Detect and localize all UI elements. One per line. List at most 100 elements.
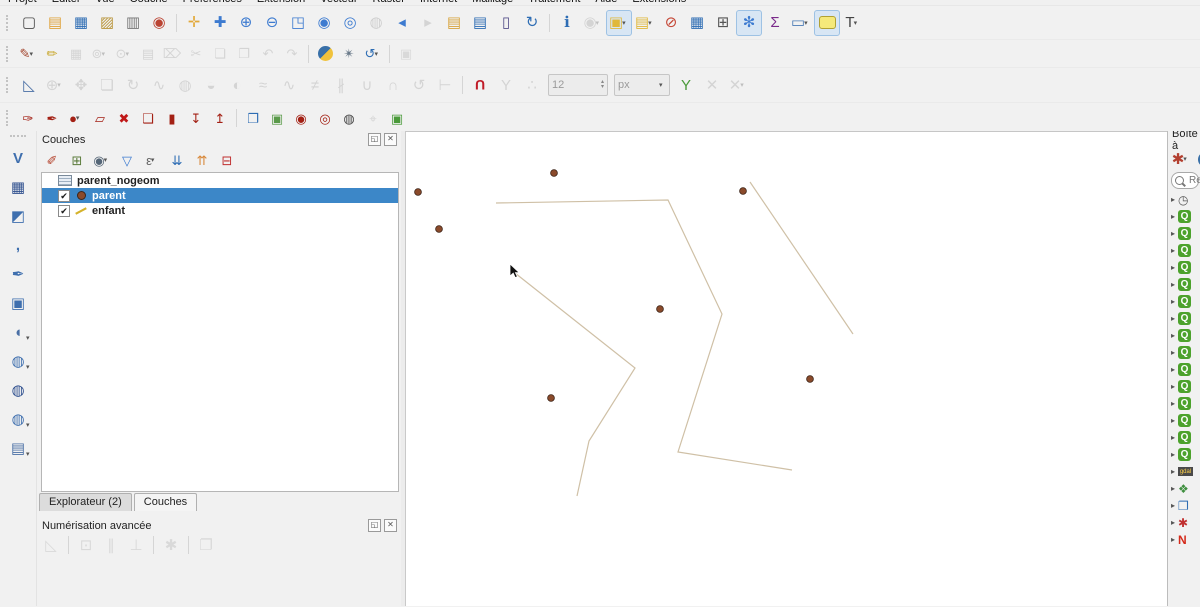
layout-manager-icon[interactable]: ▥ xyxy=(120,10,146,36)
expand-chevron-icon[interactable]: ▸ xyxy=(1171,518,1175,527)
menu-item-vue[interactable]: Vue xyxy=(96,0,115,5)
toolbox-provider-plugins[interactable]: ▸✱ xyxy=(1170,514,1200,531)
panel-close-button[interactable]: ✕ xyxy=(384,133,397,146)
python-console-icon[interactable] xyxy=(313,42,337,66)
ink-tool-icon[interactable]: ●▾ xyxy=(64,106,88,130)
expand-chevron-icon[interactable]: ▸ xyxy=(1171,280,1175,289)
expand-chevron-icon[interactable]: ▸ xyxy=(1171,450,1175,459)
annotation-pen2-icon[interactable]: ✒ xyxy=(40,106,64,130)
zoom-points-2-icon[interactable]: ◎ xyxy=(313,106,337,130)
new-project-icon[interactable]: ▢ xyxy=(16,10,42,36)
add-virtual-layer-icon[interactable]: ▤▾ xyxy=(4,435,32,461)
toolbox-provider-saga[interactable]: ▸N xyxy=(1170,531,1200,548)
dropdown-arrow-icon[interactable]: ▾ xyxy=(104,156,111,164)
map-tips-icon[interactable] xyxy=(814,10,840,36)
toolbox-group-qgis-6[interactable]: ▸Q xyxy=(1170,293,1200,310)
copy-map-icon[interactable]: ❐ xyxy=(241,106,265,130)
expand-chevron-icon[interactable]: ▸ xyxy=(1171,399,1175,408)
dropdown-arrow-icon[interactable]: ▾ xyxy=(101,50,108,58)
select-by-value-icon[interactable]: ▤▾ xyxy=(632,10,658,36)
dropdown-arrow-icon[interactable]: ▾ xyxy=(740,81,747,89)
toolbox-group-qgis-4[interactable]: ▸Q xyxy=(1170,259,1200,276)
menu-item-couche[interactable]: Couche xyxy=(130,0,168,5)
eraser-icon[interactable]: ▱ xyxy=(88,106,112,130)
plugin-tool-icon[interactable]: ✴ xyxy=(337,42,361,66)
expand-chevron-icon[interactable]: ▸ xyxy=(1171,382,1175,391)
bookmark-manager-icon[interactable]: ▯ xyxy=(493,10,519,36)
dropdown-arrow-icon[interactable]: ▾ xyxy=(26,363,33,371)
expand-chevron-icon[interactable]: ▸ xyxy=(1171,348,1175,357)
menu-item-prfrences[interactable]: Préférences xyxy=(183,0,242,5)
zoom-in-icon[interactable]: ⊕ xyxy=(233,10,259,36)
zoom-last-icon[interactable]: ◂ xyxy=(389,10,415,36)
toolbox-provider-grass[interactable]: ▸❖ xyxy=(1170,480,1200,497)
add-raster-layer-icon[interactable]: ▦ xyxy=(4,174,32,200)
dropdown-arrow-icon[interactable]: ▾ xyxy=(374,50,381,58)
dropdown-arrow-icon[interactable]: ▾ xyxy=(26,450,33,458)
tab-explorateur2[interactable]: Explorateur (2) xyxy=(39,493,132,511)
dropdown-arrow-icon[interactable]: ▾ xyxy=(29,50,36,58)
toolbox-group-qgis-1[interactable]: ▸Q xyxy=(1170,208,1200,225)
identify-features-icon[interactable]: ℹ xyxy=(554,10,580,36)
add-delimited-text-layer-icon[interactable]: , xyxy=(4,232,32,258)
zoom-out-icon[interactable]: ⊖ xyxy=(259,10,285,36)
comment-icon[interactable]: ❑ xyxy=(136,106,160,130)
expand-chevron-icon[interactable]: ▸ xyxy=(1171,212,1175,221)
menu-item-maillage[interactable]: Maillage xyxy=(472,0,513,5)
remove-layer-icon[interactable]: ⊟ xyxy=(215,148,239,172)
toolbox-provider-gdal[interactable]: ▸gdal xyxy=(1170,463,1200,480)
refresh-icon[interactable]: ↻ xyxy=(519,10,545,36)
annotation-pen-icon[interactable]: ✑ xyxy=(16,106,40,130)
snapping-magnet-icon[interactable]: U xyxy=(467,72,493,98)
menu-item-traitement[interactable]: Traitement xyxy=(528,0,580,5)
zoom-to-selection-icon[interactable]: ◉ xyxy=(311,10,337,36)
measure-icon[interactable]: ▭▾ xyxy=(788,10,814,36)
toolbar-handle[interactable] xyxy=(6,15,12,31)
dropdown-arrow-icon[interactable]: ▾ xyxy=(622,19,629,27)
map-locate-icon[interactable]: ▣ xyxy=(265,106,289,130)
panel-float-button[interactable]: ◱ xyxy=(368,519,381,532)
dropdown-arrow-icon[interactable]: ▾ xyxy=(26,334,33,342)
expand-chevron-icon[interactable]: ▸ xyxy=(1171,331,1175,340)
menu-item-diter[interactable]: Éditer xyxy=(52,0,81,5)
toolbox-group-qgis-8[interactable]: ▸Q xyxy=(1170,327,1200,344)
layer-checkbox[interactable]: ✔ xyxy=(58,190,70,202)
menu-item-raster[interactable]: Raster xyxy=(373,0,405,5)
dropdown-arrow-icon[interactable]: ▾ xyxy=(854,19,861,27)
collapse-all-icon[interactable]: ⇈ xyxy=(190,148,214,172)
dropdown-arrow-icon[interactable]: ▾ xyxy=(26,421,33,429)
menu-item-internet[interactable]: Internet xyxy=(420,0,457,5)
expand-chevron-icon[interactable]: ▸ xyxy=(1171,365,1175,374)
toolbox-group-qgis-14[interactable]: ▸Q xyxy=(1170,429,1200,446)
dropdown-arrow-icon[interactable]: ▾ xyxy=(804,19,811,27)
layers-tree[interactable]: parent_nogeom✔parent✔enfant xyxy=(41,172,399,492)
toggle-editing-icon[interactable]: ✏ xyxy=(40,42,64,66)
panel-float-button[interactable]: ◱ xyxy=(368,133,381,146)
save-project-icon[interactable]: ▦ xyxy=(68,10,94,36)
toolbox-python-icon[interactable] xyxy=(1194,148,1200,170)
expand-chevron-icon[interactable]: ▸ xyxy=(1171,484,1175,493)
import-icon[interactable]: ↧ xyxy=(184,106,208,130)
dropdown-arrow-icon[interactable]: ▾ xyxy=(125,50,132,58)
globe-icon[interactable]: ◍ xyxy=(337,106,361,130)
search-input[interactable] xyxy=(1187,174,1200,187)
expand-chevron-icon[interactable]: ▸ xyxy=(1171,314,1175,323)
layer-row-parent_nogeom[interactable]: parent_nogeom xyxy=(42,173,398,188)
tab-couches[interactable]: Couches xyxy=(134,493,197,511)
layer-checkbox[interactable]: ✔ xyxy=(58,205,70,217)
deselect-all-icon[interactable]: ⊘ xyxy=(658,10,684,36)
layer-row-parent[interactable]: ✔parent xyxy=(42,188,398,203)
toolbox-group-qgis-11[interactable]: ▸Q xyxy=(1170,378,1200,395)
dropdown-arrow-icon[interactable]: ▾ xyxy=(151,156,158,164)
delete-cross-icon[interactable]: ✖ xyxy=(112,106,136,130)
toolbox-search[interactable] xyxy=(1171,172,1199,189)
add-postgis-layer-icon[interactable]: ◖▾ xyxy=(4,319,32,345)
statistics-panel-icon[interactable]: Σ xyxy=(762,10,788,36)
toolbar-handle[interactable] xyxy=(6,77,12,93)
add-group-icon[interactable]: ⊞ xyxy=(65,148,89,172)
filter-expression-icon[interactable]: ε▾ xyxy=(140,148,164,172)
open-project-icon[interactable]: ▤ xyxy=(42,10,68,36)
new-bookmark-icon[interactable]: ▤ xyxy=(441,10,467,36)
toolbox-provider-models[interactable]: ▸❐ xyxy=(1170,497,1200,514)
new-print-layout-icon[interactable]: ▨ xyxy=(94,10,120,36)
